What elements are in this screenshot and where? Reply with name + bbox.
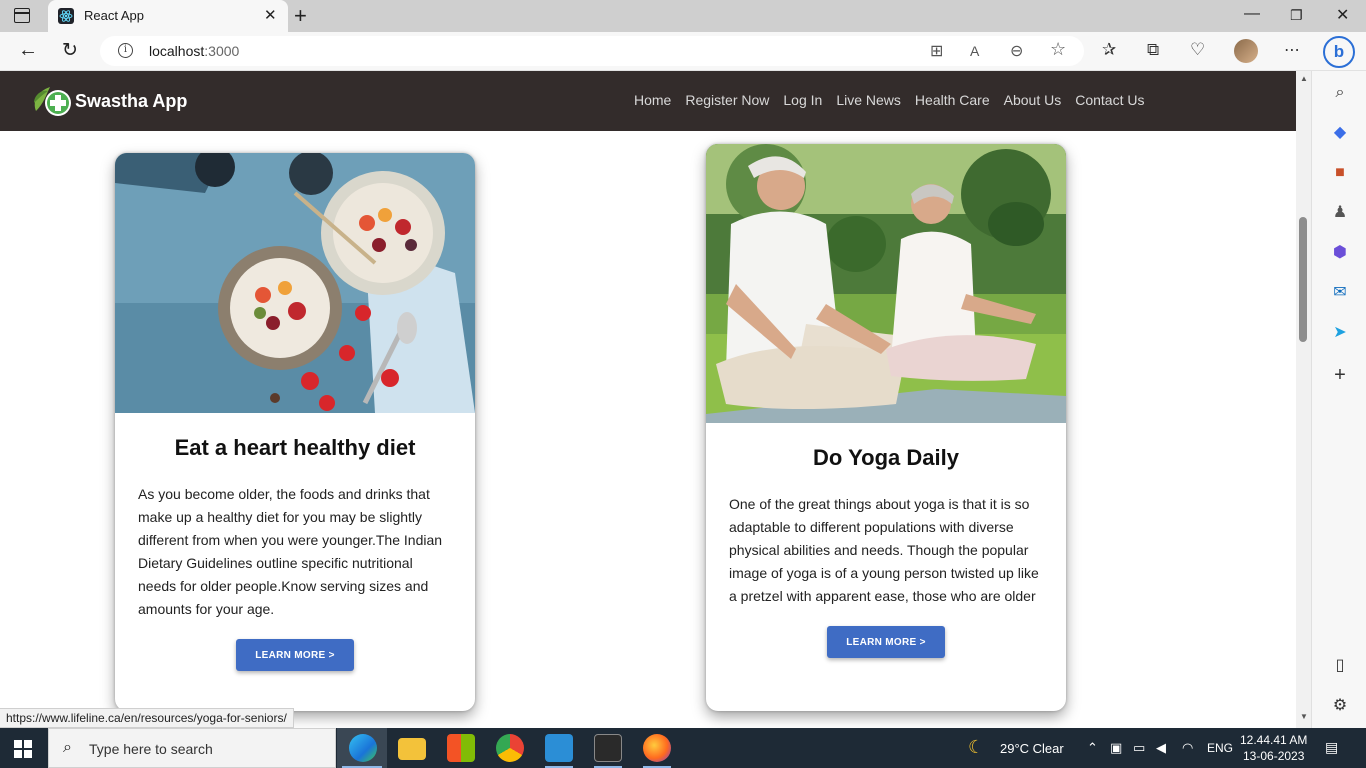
yoga-card-title: Do Yoga Daily bbox=[813, 445, 959, 470]
file-explorer-icon[interactable] bbox=[398, 738, 426, 760]
camera-icon[interactable]: ▣ bbox=[1110, 740, 1122, 756]
yoga-learn-more-button[interactable]: LEARN MORE > bbox=[827, 626, 945, 658]
games-icon[interactable]: ♟ bbox=[1330, 203, 1350, 223]
scroll-down-icon[interactable]: ▼ bbox=[1300, 712, 1308, 721]
volume-icon[interactable]: ◀ bbox=[1156, 740, 1166, 756]
microsoft-365-icon[interactable]: ⬢ bbox=[1330, 243, 1350, 263]
back-icon[interactable]: ← bbox=[18, 39, 38, 62]
page-scrollbar[interactable]: ▲ ▼ bbox=[1296, 71, 1311, 728]
drop-send-icon[interactable]: ➤ bbox=[1330, 323, 1350, 343]
settings-gear-icon[interactable]: ⚙ bbox=[1330, 696, 1350, 716]
battery-icon[interactable]: ▭ bbox=[1133, 740, 1145, 756]
windows-start-icon[interactable] bbox=[14, 740, 32, 758]
refresh-icon[interactable]: ↻ bbox=[62, 39, 78, 62]
tools-briefcase-icon[interactable]: ■ bbox=[1330, 163, 1350, 183]
favorites-icon[interactable]: ✰ bbox=[1102, 40, 1116, 60]
tray-overflow-icon[interactable]: ⌃ bbox=[1087, 740, 1098, 756]
favorite-star-icon[interactable]: ☆ bbox=[1050, 39, 1066, 60]
vscode-icon[interactable] bbox=[545, 734, 573, 762]
nav-login[interactable]: Log In bbox=[783, 92, 822, 108]
taskbar-search-placeholder: Type here to search bbox=[89, 741, 213, 757]
diet-card-title: Eat a heart healthy diet bbox=[174, 435, 416, 460]
terminal-icon[interactable] bbox=[594, 734, 622, 762]
restore-icon[interactable]: ❐ bbox=[1290, 7, 1303, 24]
page-viewport: Swastha App Home Register Now Log In Liv… bbox=[0, 71, 1296, 728]
browser-titlebar: React App ✕ + — ❐ ✕ bbox=[0, 0, 1366, 32]
weather-text[interactable]: 29°C Clear bbox=[1000, 741, 1064, 756]
diet-image bbox=[115, 153, 475, 413]
notification-icon[interactable]: ▤ bbox=[1325, 739, 1338, 756]
browser-toolbar: ← ↻ i localhost:3000 ⊞ A ⊖ ☆ ✰ ⧉ ♡ ⋯ b bbox=[0, 32, 1366, 71]
performance-icon[interactable]: ♡ bbox=[1190, 40, 1205, 60]
firefox-icon[interactable] bbox=[643, 734, 671, 762]
nav-contact-us[interactable]: Contact Us bbox=[1075, 92, 1144, 108]
zoom-out-icon[interactable]: ⊖ bbox=[1010, 41, 1023, 61]
browser-tab[interactable]: React App ✕ bbox=[48, 0, 288, 32]
chrome-icon[interactable] bbox=[496, 734, 524, 762]
wifi-icon[interactable]: ◠ bbox=[1182, 740, 1193, 756]
address-bar[interactable]: i localhost:3000 ⊞ A ⊖ ☆ bbox=[100, 36, 1084, 66]
more-menu-icon[interactable]: ⋯ bbox=[1284, 40, 1300, 60]
minimize-icon[interactable]: — bbox=[1244, 5, 1260, 23]
outlook-icon[interactable]: ✉ bbox=[1330, 283, 1350, 303]
clock-time: 12.44.41 AM bbox=[1240, 733, 1308, 747]
health-cross-logo-icon bbox=[34, 87, 71, 116]
app-available-icon[interactable]: ⊞ bbox=[930, 41, 943, 61]
brand-name: Swastha App bbox=[75, 91, 188, 111]
app-navbar: Swastha App Home Register Now Log In Liv… bbox=[0, 71, 1296, 131]
nav-register[interactable]: Register Now bbox=[685, 92, 769, 108]
close-tab-icon[interactable]: ✕ bbox=[264, 6, 277, 24]
nav-links: Home Register Now Log In Live News Healt… bbox=[634, 92, 1144, 108]
edge-browser-icon[interactable] bbox=[349, 734, 377, 762]
status-bar-link: https://www.lifeline.ca/en/resources/yog… bbox=[0, 708, 294, 728]
moon-weather-icon[interactable]: ☾ bbox=[968, 737, 984, 758]
search-icon[interactable]: ⌕ bbox=[1330, 83, 1350, 103]
tab-actions-icon[interactable] bbox=[14, 8, 30, 23]
collections-icon[interactable]: ⧉ bbox=[1147, 40, 1159, 60]
hide-sidebar-icon[interactable]: ▯ bbox=[1330, 656, 1350, 676]
add-sidebar-app-icon[interactable]: + bbox=[1330, 365, 1350, 385]
language-indicator[interactable]: ENG bbox=[1207, 741, 1233, 755]
windows-taskbar: ⌕ Type here to search ☾ 29°C Clear ⌃ ▣ ▭… bbox=[0, 728, 1366, 768]
url-text: localhost:3000 bbox=[149, 43, 240, 59]
nav-health-care[interactable]: Health Care bbox=[915, 92, 990, 108]
clock-date: 13-06-2023 bbox=[1243, 749, 1305, 763]
read-aloud-icon[interactable]: A bbox=[970, 43, 979, 59]
yoga-card-text: One of the great things about yoga is th… bbox=[729, 496, 1039, 604]
diet-card-text: As you become older, the foods and drink… bbox=[138, 486, 443, 617]
nav-about-us[interactable]: About Us bbox=[1004, 92, 1062, 108]
yoga-image bbox=[706, 144, 1066, 423]
shopping-tag-icon[interactable]: ◆ bbox=[1330, 123, 1350, 143]
close-window-icon[interactable]: ✕ bbox=[1336, 5, 1349, 25]
clock[interactable]: 12.44.41 AM 13-06-2023 bbox=[1240, 732, 1307, 764]
diet-learn-more-button[interactable]: LEARN MORE > bbox=[236, 639, 354, 671]
scroll-up-icon[interactable]: ▲ bbox=[1300, 74, 1308, 83]
scroll-thumb[interactable] bbox=[1299, 217, 1307, 342]
react-favicon-icon bbox=[58, 8, 74, 24]
profile-avatar[interactable] bbox=[1234, 39, 1258, 63]
nav-live-news[interactable]: Live News bbox=[836, 92, 901, 108]
diet-card: Eat a heart healthy diet As you become o… bbox=[115, 153, 475, 711]
new-tab-icon[interactable]: + bbox=[294, 3, 307, 29]
edge-sidebar: ⌕ ◆ ■ ♟ ⬢ ✉ ➤ + ▯ ⚙ bbox=[1311, 71, 1366, 728]
nav-home[interactable]: Home bbox=[634, 92, 671, 108]
bing-chat-icon[interactable]: b bbox=[1323, 36, 1355, 68]
site-info-icon[interactable]: i bbox=[118, 43, 133, 58]
taskbar-search-box[interactable]: ⌕ Type here to search bbox=[48, 728, 336, 768]
yoga-card: Do Yoga Daily One of the great things ab… bbox=[706, 144, 1066, 711]
microsoft-store-icon[interactable] bbox=[447, 734, 475, 762]
search-icon: ⌕ bbox=[63, 739, 72, 756]
tab-title: React App bbox=[84, 8, 144, 23]
